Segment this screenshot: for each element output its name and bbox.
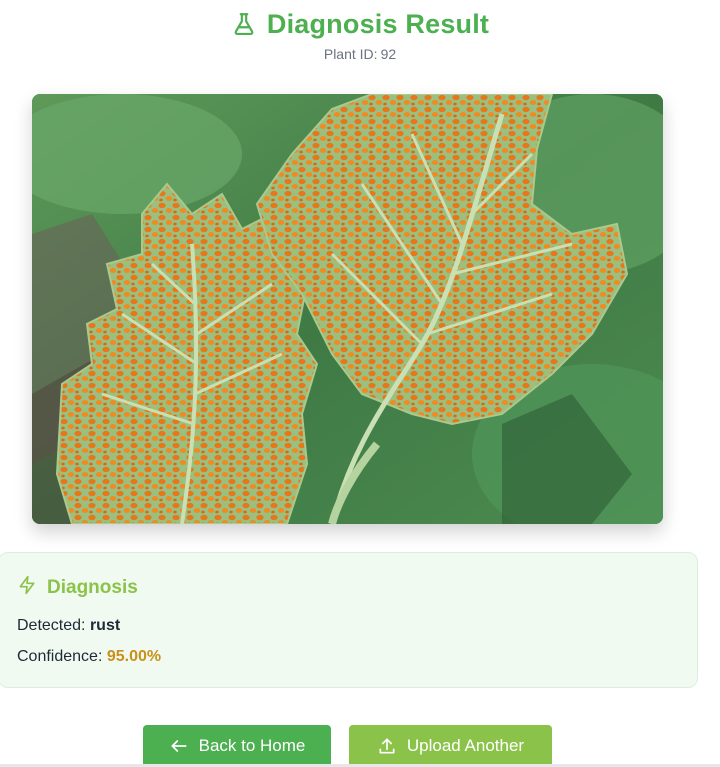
upload-icon xyxy=(377,736,397,756)
detected-value: rust xyxy=(89,617,121,634)
page: Diagnosis Result Plant ID: 92 Diagnosis … xyxy=(0,0,720,767)
plant-id-label: Plant ID: xyxy=(323,46,378,62)
back-to-home-button[interactable]: Back to Home xyxy=(143,725,331,767)
detected-row: Detected: rust xyxy=(17,617,120,635)
plant-id: Plant ID: 92 xyxy=(0,46,720,62)
diagnosis-card: Diagnosis Detected: rust Confidence: 95.… xyxy=(0,552,698,688)
flask-icon xyxy=(231,11,257,37)
diagnosis-title: Diagnosis xyxy=(47,576,138,598)
leaf-photo xyxy=(32,94,663,524)
back-to-home-label: Back to Home xyxy=(198,736,306,755)
diagnosis-title-row: Diagnosis xyxy=(17,575,138,600)
confidence-row: Confidence: 95.00% xyxy=(17,648,161,666)
header: Diagnosis Result Plant ID: 92 xyxy=(0,6,720,62)
title-row: Diagnosis Result xyxy=(0,6,720,42)
upload-another-label: Upload Another xyxy=(406,736,525,755)
confidence-label: Confidence: xyxy=(17,648,103,665)
plant-id-value: 92 xyxy=(380,46,397,62)
arrow-left-icon xyxy=(169,736,189,756)
confidence-value: 95.00% xyxy=(106,648,162,665)
upload-another-button[interactable]: Upload Another xyxy=(349,725,552,767)
page-title: Diagnosis Result xyxy=(266,8,490,39)
detected-label: Detected: xyxy=(17,617,86,634)
lightning-icon xyxy=(17,575,37,600)
